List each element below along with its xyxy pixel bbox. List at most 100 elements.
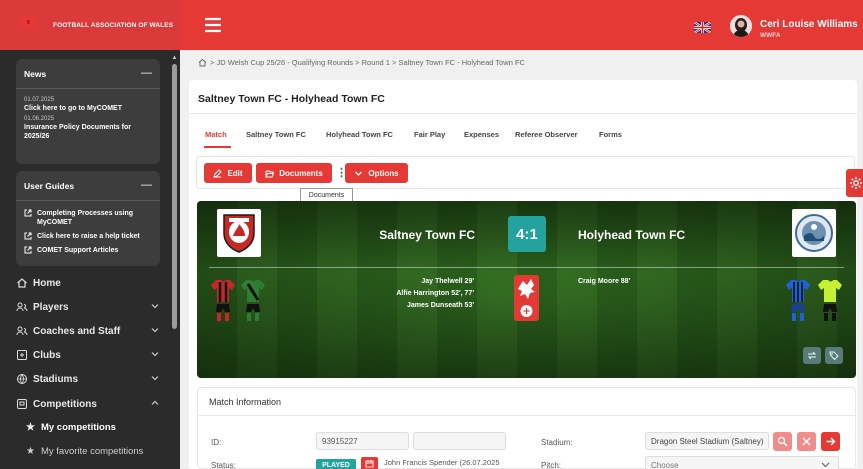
brand-name: FOOTBALL ASSOCIATION OF WALES [53, 21, 174, 29]
sidebar-item-competitions[interactable]: Competitions [16, 394, 164, 414]
uk-flag-icon[interactable] [694, 22, 711, 33]
news-card-header[interactable]: News — [16, 59, 160, 89]
guide-label: COMET Support Articles [37, 247, 119, 254]
scroll-thumb[interactable] [172, 64, 177, 329]
user-organisation: WWFA [760, 32, 781, 39]
sidebar-item-clubs[interactable]: Clubs [16, 345, 164, 365]
id-field[interactable]: 93915227 [316, 432, 409, 450]
tab-away-team[interactable]: Holyhead Town FC [326, 130, 393, 139]
user-name[interactable]: Ceri Louise Williams [760, 19, 858, 30]
active-tab-indicator [204, 146, 231, 148]
coaches-icon [16, 326, 28, 336]
home-kit-shirt-icon [211, 280, 235, 321]
clubs-icon [17, 350, 27, 360]
user-guides-card: User Guides — Completing Processes using… [16, 171, 160, 266]
news-title: News [24, 68, 47, 79]
stadium-field[interactable]: Dragon Steel Stadium (Saltney) [645, 432, 769, 450]
documents-button[interactable]: Documents [256, 163, 332, 183]
home-team-name[interactable]: Saltney Town FC [337, 228, 475, 242]
page-title: Saltney Town FC - Holyhead Town FC [198, 93, 385, 105]
collapse-icon[interactable]: — [141, 180, 152, 191]
breadcrumb-path[interactable]: > JD Welsh Cup 25/26 - Qualifying Rounds… [210, 58, 525, 67]
nav-label: Home [33, 277, 61, 289]
pencil-icon [213, 168, 223, 178]
star-icon: ★ [26, 421, 35, 433]
status-badge: PLAYED [316, 459, 356, 469]
home-scorer: Jay Thelwell 29' [421, 278, 474, 285]
external-link-icon [24, 246, 32, 254]
options-label: Options [368, 168, 399, 178]
folder-open-icon [265, 170, 275, 177]
calendar-button[interactable] [361, 457, 378, 469]
match-info-title: Match Information [209, 397, 282, 407]
divider [189, 113, 857, 114]
collapse-icon[interactable]: — [141, 68, 152, 79]
guide-label: Click here to raise a help ticket [37, 233, 140, 240]
avatar-image [730, 15, 752, 37]
more-options-icon[interactable]: ⋮ [336, 165, 347, 181]
options-button[interactable]: Options [345, 163, 408, 183]
scroll-up-icon[interactable]: ▲ [171, 54, 178, 62]
sidebar-scrollbar[interactable]: ▲ [171, 54, 178, 469]
clear-stadium-button[interactable] [797, 432, 816, 451]
edit-button[interactable]: Edit [204, 163, 252, 183]
chevron-down-icon [151, 376, 159, 381]
tag-button[interactable] [825, 347, 843, 364]
nav-label: Clubs [33, 349, 61, 361]
guide-label: Completing Processes using MyCOMET [37, 210, 134, 226]
pitch-select[interactable]: Choose [645, 456, 839, 469]
guide-link-processes[interactable]: Completing Processes using MyCOMET [16, 209, 160, 227]
status-label: Status: [211, 461, 236, 469]
sidebar-subitem-my-competitions[interactable]: ★ My competitions [26, 418, 116, 436]
sidebar-subitem-favorite-competitions[interactable]: ★ My favorite competitions [26, 442, 143, 460]
chevron-down-icon [151, 352, 159, 357]
home-icon[interactable] [198, 58, 207, 67]
documents-label: Documents [279, 168, 323, 178]
tab-expenses[interactable]: Expenses [464, 130, 499, 139]
chevron-down-icon [821, 462, 830, 468]
sidebar-item-stadiums[interactable]: Stadiums [16, 369, 164, 389]
sidebar-item-players[interactable]: Players [16, 297, 164, 317]
arrow-right-icon [826, 437, 836, 446]
match-banner: Saltney Town FC 4:1 Holyhead Town FC Jay… [197, 201, 856, 378]
news-link-insurance[interactable]: Insurance Policy Documents for 2025/26 [16, 123, 160, 141]
topbar: Ceri Louise Williams WWFA [180, 0, 863, 50]
settings-side-tab[interactable] [846, 169, 863, 197]
played-by-text: John Francis Spender (26.07.2025 [384, 458, 500, 467]
search-icon [777, 436, 788, 447]
away-team-name[interactable]: Holyhead Town FC [578, 228, 685, 242]
pitch-label: Pitch: [541, 461, 562, 469]
go-stadium-button[interactable] [821, 432, 840, 451]
tab-match[interactable]: Match [205, 130, 227, 139]
guide-link-help-ticket[interactable]: Click here to raise a help ticket [16, 232, 160, 241]
home-team-crest[interactable] [217, 209, 261, 257]
star-icon: ★ [26, 445, 35, 457]
id-secondary-field[interactable] [413, 432, 506, 450]
away-scorer: Craig Moore 88' [578, 278, 631, 285]
nav-label: Players [33, 301, 69, 313]
user-avatar[interactable] [730, 15, 752, 37]
chevron-down-icon [151, 328, 159, 333]
away-team-crest[interactable] [792, 209, 836, 257]
breadcrumb: > JD Welsh Cup 25/26 - Qualifying Rounds… [198, 58, 525, 67]
search-stadium-button[interactable] [773, 432, 792, 451]
hamburger-menu-icon[interactable] [204, 17, 222, 33]
sidebar-item-coaches-staff[interactable]: Coaches and Staff [16, 321, 164, 341]
external-link-icon [24, 232, 32, 240]
home-goalkeeper-kit-icon [241, 280, 265, 321]
away-goalkeeper-kit-icon [818, 280, 842, 321]
user-guides-title: User Guides [24, 180, 75, 191]
sidebar-item-home[interactable]: Home [16, 273, 164, 293]
tab-home-team[interactable]: Saltney Town FC [246, 130, 306, 139]
calendar-icon [365, 460, 374, 468]
id-label: ID: [211, 438, 222, 447]
user-guides-header[interactable]: User Guides — [16, 171, 160, 201]
tab-forms[interactable]: Forms [599, 130, 622, 139]
swap-button[interactable] [803, 347, 821, 364]
tab-fair-play[interactable]: Fair Play [414, 130, 445, 139]
tab-referee-observer[interactable]: Referee Observer [515, 130, 578, 139]
guide-link-support-articles[interactable]: COMET Support Articles [16, 246, 160, 255]
sidebar: FOOTBALL ASSOCIATION OF WALES ▲ News — 0… [0, 0, 180, 469]
news-link-mycomet[interactable]: Click here to go to MyCOMET [16, 104, 160, 113]
brand-header[interactable]: FOOTBALL ASSOCIATION OF WALES [0, 0, 180, 50]
